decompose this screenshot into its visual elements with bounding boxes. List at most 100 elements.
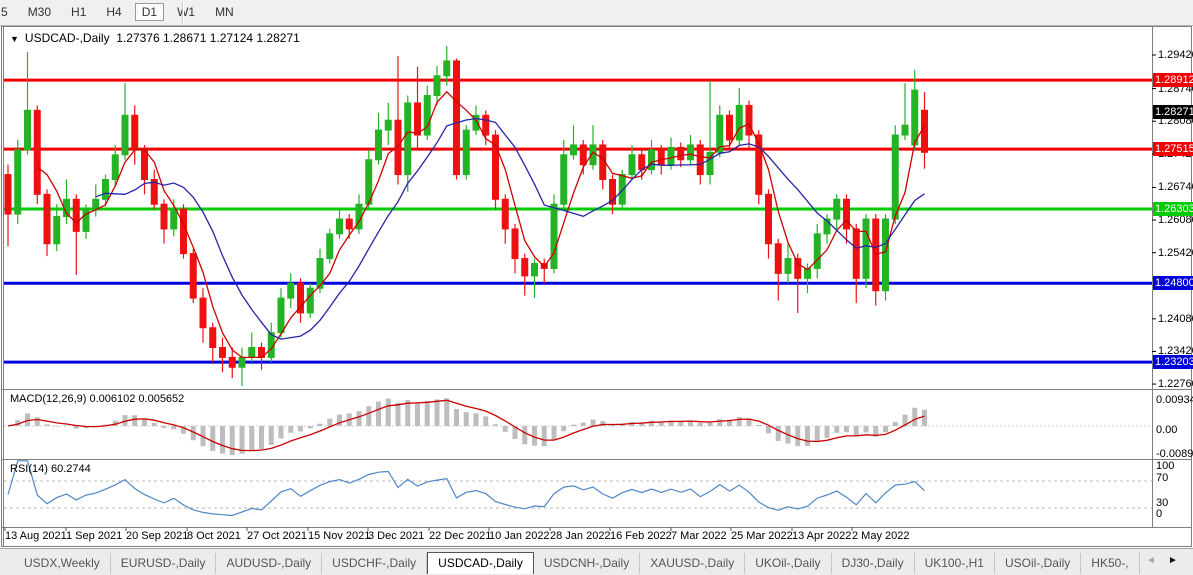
candle [727,115,733,140]
candle [278,298,284,333]
chart-tab-eurusd-daily[interactable]: EURUSD-,Daily [111,553,217,574]
indicator-tick-label: 0.009345 [1156,394,1193,406]
chart-symbol-label: USDCAD-,Daily [25,31,110,45]
candle [103,180,109,200]
chart-tab-xauusd-daily[interactable]: XAUUSD-,Daily [640,553,745,574]
candle [200,298,206,328]
candle [658,150,664,165]
candle [883,219,889,291]
macd-label: MACD(12,26,9) 0.006102 0.005652 [10,393,184,405]
date-label: 16 Feb 2022 [610,530,672,542]
chart-tab-audusd-daily[interactable]: AUDUSD-,Daily [216,553,322,574]
date-label: 22 Dec 2021 [429,530,491,542]
candle [405,103,411,175]
candle [668,147,674,164]
candle [229,357,235,367]
chart-tab-hk50[interactable]: HK50-, [1081,553,1139,574]
date-label: 27 Oct 2021 [247,530,307,542]
candle [736,105,742,140]
candle [15,150,21,214]
chart-tab-usdcad-daily[interactable]: USDCAD-,Daily [427,552,534,574]
candle [327,234,333,259]
candle [288,283,294,298]
candle [161,204,167,229]
candle [346,219,352,229]
candle [93,199,99,209]
chart-window-border [2,27,1192,547]
indicator-tick-label: 100 [1156,460,1174,472]
level-price-badge: 1.27515 [1153,142,1193,156]
chart-tab-usdx-weekly[interactable]: USDX,Weekly [14,553,111,574]
chart-tab-uk100-h1[interactable]: UK100-,H1 [915,553,995,574]
candle [912,90,918,145]
date-label: 1 Sep 2021 [66,530,122,542]
candle [892,135,898,219]
chart-tab-usdcnh-daily[interactable]: USDCNH-,Daily [534,553,640,574]
candle [580,145,586,165]
price-tick-label: 1.25420 [1158,247,1192,259]
chart-tab-dj30-daily[interactable]: DJ30-,Daily [832,553,915,574]
current-price-badge: 1.28271 [1153,105,1193,119]
chart-dropdown-icon[interactable]: ▼ [10,34,19,44]
candle [502,199,508,229]
tab-scroll-left-icon[interactable]: ◄ [1146,555,1156,566]
chart-tab-usdchf-daily[interactable]: USDCHF-,Daily [322,553,427,574]
chart-ohlc-values: 1.27376 1.28671 1.27124 1.28271 [116,31,300,45]
candle [220,348,226,358]
date-label: 3 Dec 2021 [368,530,424,542]
candle [142,150,148,180]
chart-tab-usoil-daily[interactable]: USOil-,Daily [995,553,1081,574]
candle [54,217,60,244]
chart-title: ▼ USDCAD-,Daily 1.27376 1.28671 1.27124 1… [10,31,300,45]
chart-tab-ukoil-daily[interactable]: UKOil-,Daily [745,553,831,574]
candle [337,219,343,234]
indicator-tick-label: 0.00 [1156,424,1177,436]
candle [746,105,752,135]
level-price-badge: 1.23203 [1153,355,1193,369]
candle [483,115,489,135]
indicator-tick-label: 70 [1156,472,1168,484]
candle [844,199,850,229]
candle [512,229,518,259]
price-tick-label: 1.24080 [1158,313,1192,325]
candle [834,199,840,219]
candle [649,150,655,170]
level-price-badge: 1.28912 [1153,73,1193,87]
date-label: 13 Apr 2022 [792,530,851,542]
candle [249,348,255,358]
date-label: 8 Oct 2021 [187,530,241,542]
candle [171,209,177,229]
date-label: 13 Aug 2021 [5,530,67,542]
date-label: 7 Mar 2022 [671,530,727,542]
candle [902,125,908,135]
level-price-badge: 1.24800 [1153,276,1193,290]
candle [73,199,79,231]
candle [775,244,781,274]
candle [5,175,11,215]
tab-scroll-right-icon[interactable]: ► [1168,555,1178,566]
symbol-tab-bar: USDX,WeeklyEURUSD-,DailyAUDUSD-,DailyUSD… [0,548,1193,575]
candle [376,130,382,160]
slow-ma-line [96,119,925,340]
candle [210,328,216,348]
date-label: 28 Jan 2022 [550,530,611,542]
candle [239,357,245,367]
candle [795,259,801,279]
terminal-window: 5M30H1H4D1W1MN ▼USDCAD-,Daily 1.27376 1.… [0,0,1193,575]
candle [415,103,421,135]
candle [853,229,859,278]
candle [697,145,703,175]
candle [639,155,645,170]
candle [463,130,469,174]
candle [561,155,567,204]
candle [619,175,625,205]
candle [571,145,577,155]
rsi-line [8,461,925,516]
date-label: 25 Mar 2022 [731,530,793,542]
candle [629,155,635,175]
candle [444,61,450,76]
candle [25,110,31,150]
date-label: 15 Nov 2021 [308,530,370,542]
chart-canvas[interactable] [0,0,1193,575]
candle [132,115,138,150]
